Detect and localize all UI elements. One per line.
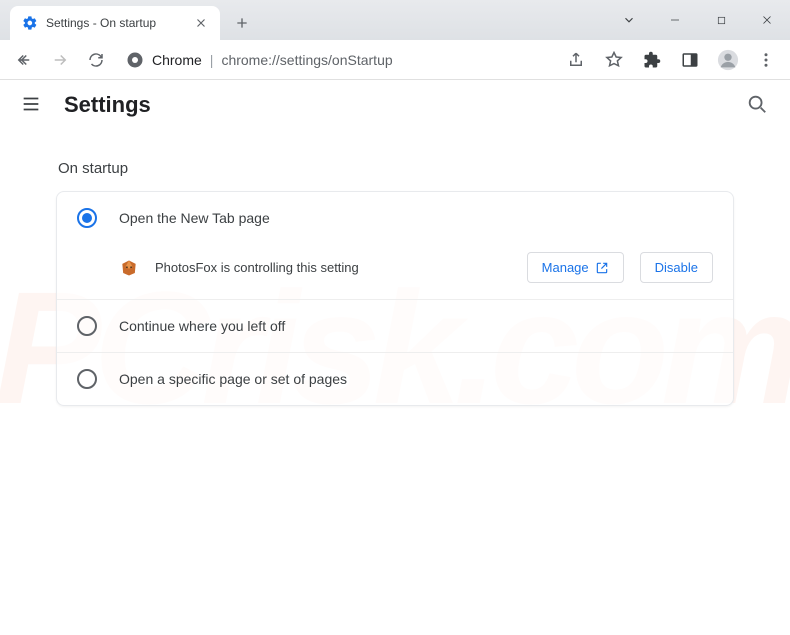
option-open-new-tab[interactable]: Open the New Tab page — [57, 192, 733, 244]
manage-label: Manage — [542, 260, 589, 275]
gear-icon — [22, 15, 38, 31]
radio-unselected-icon[interactable] — [77, 316, 97, 336]
forward-button[interactable] — [44, 44, 76, 76]
page-title: Settings — [64, 92, 726, 118]
extension-message: PhotosFox is controlling this setting — [155, 260, 511, 275]
option-specific-page[interactable]: Open a specific page or set of pages — [57, 353, 733, 405]
address-bar[interactable]: Chrome | chrome://settings/onStartup — [116, 44, 556, 76]
window-controls — [606, 0, 790, 40]
settings-page: Settings On startup Open the New Tab pag… — [0, 80, 790, 406]
sidepanel-icon[interactable] — [674, 44, 706, 76]
radio-selected-icon[interactable] — [77, 208, 97, 228]
disable-button[interactable]: Disable — [640, 252, 713, 283]
chevron-down-icon[interactable] — [606, 13, 652, 27]
startup-card: Open the New Tab page PhotosFox is contr… — [56, 191, 734, 406]
section-title: On startup — [0, 130, 790, 191]
extension-control-row: PhotosFox is controlling this setting Ma… — [57, 244, 733, 299]
settings-header: Settings — [0, 80, 790, 130]
chrome-logo-icon — [126, 51, 144, 69]
hamburger-menu-icon[interactable] — [20, 93, 44, 117]
profile-avatar-icon[interactable] — [712, 44, 744, 76]
search-icon[interactable] — [746, 93, 770, 117]
close-button[interactable] — [744, 0, 790, 40]
manage-button[interactable]: Manage — [527, 252, 624, 283]
new-tab-button[interactable] — [228, 9, 256, 37]
bookmark-star-icon[interactable] — [598, 44, 630, 76]
maximize-button[interactable] — [698, 0, 744, 40]
radio-unselected-icon[interactable] — [77, 369, 97, 389]
browser-tab[interactable]: Settings - On startup — [10, 6, 220, 40]
disable-label: Disable — [655, 260, 698, 275]
browser-toolbar: Chrome | chrome://settings/onStartup — [0, 40, 790, 80]
option-label: Open a specific page or set of pages — [119, 371, 347, 387]
option-label: Open the New Tab page — [119, 210, 270, 226]
reload-button[interactable] — [80, 44, 112, 76]
tab-close-icon[interactable] — [194, 16, 208, 30]
option-label: Continue where you left off — [119, 318, 285, 334]
extension-fox-icon — [119, 258, 139, 278]
titlebar: Settings - On startup — [0, 0, 790, 40]
tab-title: Settings - On startup — [46, 16, 156, 30]
extensions-icon[interactable] — [636, 44, 668, 76]
share-icon[interactable] — [560, 44, 592, 76]
option-continue[interactable]: Continue where you left off — [57, 300, 733, 352]
url-path: chrome://settings/onStartup — [221, 52, 392, 68]
url-divider: | — [210, 52, 214, 68]
open-external-icon — [595, 261, 609, 275]
url-host: Chrome — [152, 52, 202, 68]
back-button[interactable] — [8, 44, 40, 76]
minimize-button[interactable] — [652, 0, 698, 40]
menu-dots-icon[interactable] — [750, 44, 782, 76]
